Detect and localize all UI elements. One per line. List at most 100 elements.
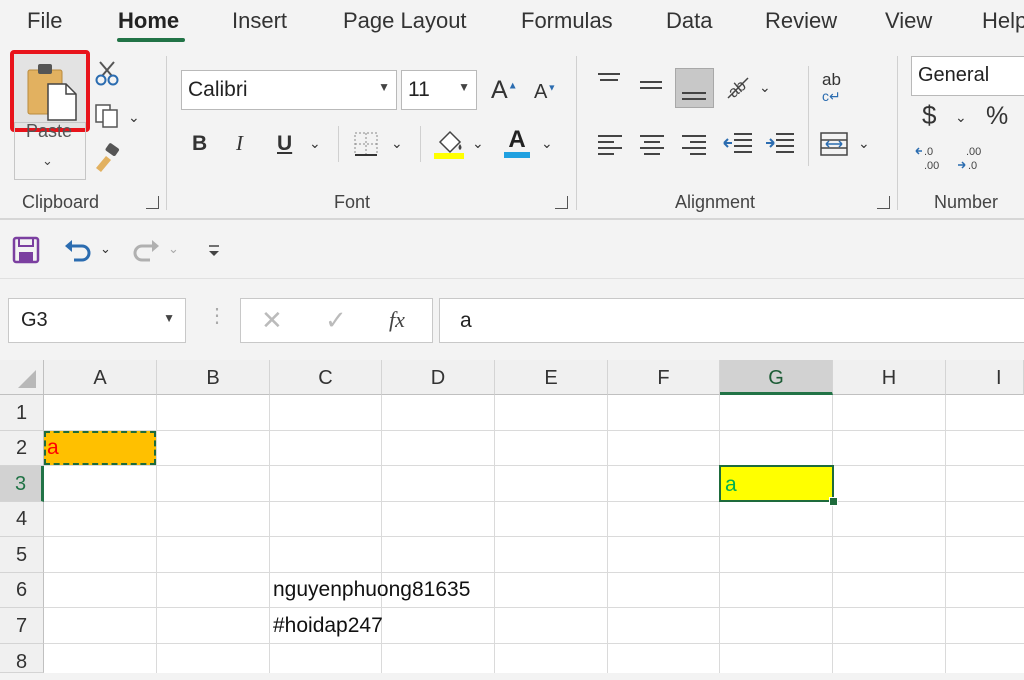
decrease-indent-icon[interactable] — [722, 130, 754, 158]
copy-dropdown-icon[interactable]: ⌄ — [128, 110, 140, 124]
gridline — [44, 643, 1024, 644]
merge-center-icon[interactable] — [818, 130, 850, 158]
fill-handle[interactable] — [829, 497, 838, 506]
cancel-formula-icon: ✕ — [261, 305, 283, 335]
increase-decimal-icon[interactable]: .0 .00 — [914, 143, 946, 173]
redo-icon[interactable] — [130, 236, 162, 264]
increase-font-size-icon[interactable]: A▲ — [491, 78, 518, 103]
group-separator — [576, 56, 577, 210]
tab-home[interactable]: Home — [118, 8, 179, 34]
column-header-g[interactable]: G — [720, 360, 833, 395]
undo-icon[interactable] — [62, 236, 94, 264]
select-all-button[interactable] — [0, 360, 44, 395]
borders-icon[interactable] — [352, 130, 380, 158]
gridline — [44, 501, 1024, 502]
alignment-launcher-icon[interactable] — [877, 196, 890, 209]
column-header-e[interactable]: E — [495, 360, 608, 395]
chevron-down-icon: ▼ — [163, 311, 175, 325]
column-header-a[interactable]: A — [44, 360, 157, 395]
font-name-dropdown[interactable]: Calibri ▼ — [181, 70, 397, 110]
borders-dropdown-icon[interactable]: ⌄ — [391, 136, 403, 150]
cell-g3-active[interactable]: a — [719, 465, 834, 502]
currency-dropdown-icon[interactable]: ⌄ — [955, 110, 967, 124]
row-header-5[interactable]: 5 — [0, 537, 44, 573]
paste-button[interactable] — [10, 50, 90, 132]
underline-button[interactable]: U — [277, 133, 292, 154]
font-name-value: Calibri — [188, 78, 248, 101]
cell-a2-text: a — [47, 436, 59, 459]
increase-font-glyph: A — [491, 76, 508, 104]
row-header-2[interactable]: 2 — [0, 431, 44, 466]
row-header-7[interactable]: 7 — [0, 608, 44, 644]
currency-button[interactable]: $ — [922, 102, 936, 128]
orientation-icon[interactable]: ab — [722, 72, 752, 102]
name-box[interactable]: G3 ▼ — [8, 298, 186, 343]
decrease-decimal-icon[interactable]: .00 .0 — [956, 143, 988, 173]
copy-icon[interactable] — [92, 102, 122, 130]
gridline — [44, 607, 1024, 608]
number-format-dropdown[interactable]: General — [911, 56, 1024, 96]
row-header-6[interactable]: 6 — [0, 573, 44, 608]
column-header-f[interactable]: F — [608, 360, 720, 395]
cell-a2[interactable]: a — [44, 431, 156, 465]
tab-formulas[interactable]: Formulas — [521, 8, 613, 34]
cut-icon[interactable] — [92, 58, 122, 88]
clipboard-launcher-icon[interactable] — [146, 196, 159, 209]
column-header-c[interactable]: C — [270, 360, 382, 395]
middle-align-icon[interactable] — [636, 74, 666, 98]
bottom-align-button[interactable] — [675, 68, 714, 108]
svg-text:.0: .0 — [924, 146, 933, 158]
font-group-label: Font — [334, 192, 371, 212]
merge-dropdown-icon[interactable]: ⌄ — [858, 136, 870, 150]
gridline — [269, 395, 270, 673]
column-header-d[interactable]: D — [382, 360, 495, 395]
tab-data[interactable]: Data — [666, 8, 712, 34]
column-header-i[interactable]: I — [946, 360, 1024, 395]
divider — [808, 66, 809, 166]
paste-split-area[interactable]: Paste ⌄ — [14, 121, 86, 180]
bold-button[interactable]: B — [192, 133, 207, 154]
save-icon[interactable] — [12, 236, 40, 264]
font-color-dropdown-icon[interactable]: ⌄ — [541, 136, 553, 150]
cell-c7-text[interactable]: #hoidap247 — [273, 614, 383, 638]
customize-toolbar-icon[interactable] — [206, 242, 222, 260]
formula-input[interactable]: a — [439, 298, 1024, 343]
orientation-dropdown-icon[interactable]: ⌄ — [759, 80, 771, 94]
tab-help[interactable]: Help — [982, 8, 1024, 34]
undo-dropdown-icon[interactable]: ⌄ — [100, 242, 111, 255]
number-format-value: General — [918, 64, 990, 86]
tab-file[interactable]: File — [27, 8, 62, 34]
wrap-text-icon[interactable]: ab c↵ — [822, 71, 841, 104]
spreadsheet-grid[interactable] — [0, 360, 1024, 673]
font-color-icon[interactable]: A — [504, 128, 530, 158]
font-launcher-icon[interactable] — [555, 196, 568, 209]
top-align-icon[interactable] — [594, 70, 624, 94]
increase-indent-icon[interactable] — [764, 130, 796, 158]
select-all-icon — [18, 370, 36, 388]
cell-c6-text[interactable]: nguyenphuong81635 — [273, 578, 470, 602]
active-tab-indicator — [117, 38, 185, 42]
tab-insert[interactable]: Insert — [232, 8, 287, 34]
underline-dropdown-icon[interactable]: ⌄ — [309, 136, 321, 150]
decrease-font-size-icon[interactable]: A▼ — [534, 82, 556, 102]
chevron-down-icon: ▼ — [458, 80, 470, 94]
fill-color-icon[interactable] — [432, 126, 466, 160]
align-center-icon[interactable] — [638, 132, 666, 156]
tab-review[interactable]: Review — [765, 8, 837, 34]
tab-view[interactable]: View — [885, 8, 932, 34]
row-header-1[interactable]: 1 — [0, 395, 44, 431]
percent-button[interactable]: % — [986, 104, 1008, 129]
column-header-h[interactable]: H — [833, 360, 946, 395]
align-left-icon[interactable] — [596, 132, 624, 156]
row-header-3[interactable]: 3 — [0, 466, 44, 502]
insert-function-icon[interactable]: fx — [389, 307, 405, 333]
row-header-8[interactable]: 8 — [0, 644, 44, 673]
column-header-b[interactable]: B — [157, 360, 270, 395]
italic-button[interactable]: I — [236, 133, 243, 154]
row-header-4[interactable]: 4 — [0, 502, 44, 537]
format-painter-icon[interactable] — [92, 142, 122, 172]
font-size-dropdown[interactable]: 11 ▼ — [401, 70, 477, 110]
align-right-icon[interactable] — [680, 132, 708, 156]
fill-color-dropdown-icon[interactable]: ⌄ — [472, 136, 484, 150]
tab-page-layout[interactable]: Page Layout — [343, 8, 467, 34]
